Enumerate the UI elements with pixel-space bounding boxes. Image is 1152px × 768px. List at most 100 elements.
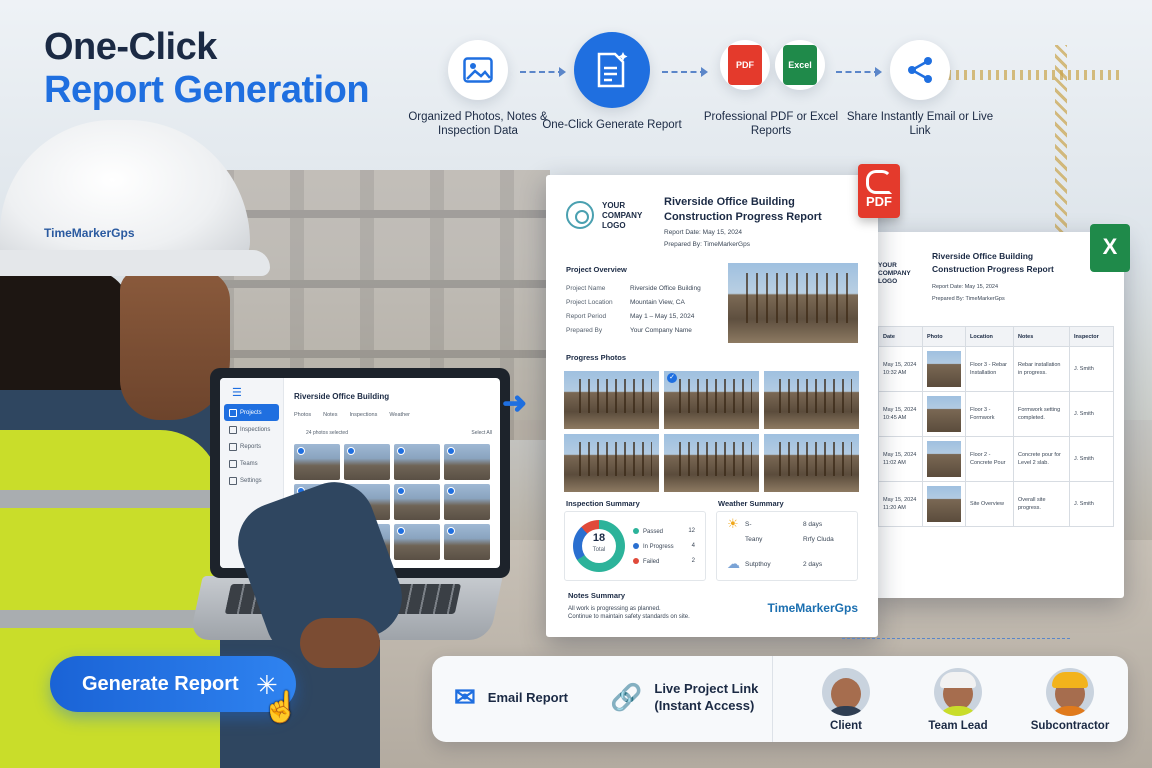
row-notes: Rebar installation in progress. [1013, 346, 1070, 392]
tab-photos[interactable]: Photos [294, 412, 311, 418]
pdf-report: YOUR COMPANY LOGO Riverside Office Build… [546, 175, 878, 637]
notes-summary-heading: Notes Summary [568, 591, 626, 600]
tab-inspections[interactable]: Inspections [350, 412, 378, 418]
legend-in-progress: In Progress 4 [633, 543, 695, 550]
share-branch-line [842, 638, 1070, 639]
inspection-summary-heading: Inspection Summary [566, 499, 640, 508]
table-row: May 15, 2024 11:02 AM Floor 2 - Concrete… [878, 436, 1114, 482]
photo-thumb[interactable] [344, 444, 390, 480]
weather-days: 2 days [803, 560, 823, 568]
client-avatar[interactable] [822, 668, 870, 716]
excel-report-date: Report Date: May 15, 2024 [932, 284, 999, 290]
weather-row: Teany Rrfy Cluda [727, 536, 847, 543]
email-report-button[interactable]: ✉ Email Report [454, 682, 568, 713]
photo-count: 24 photos selected [306, 430, 348, 436]
col-photo: Photo [922, 326, 966, 347]
envelope-icon: ✉ [454, 682, 476, 712]
col-inspector: Inspector [1069, 326, 1114, 347]
row-inspector: J. Smith [1069, 436, 1114, 482]
sidebar-item-reports[interactable]: Reports [224, 438, 279, 455]
progress-photo [664, 371, 759, 429]
photo-thumb[interactable] [444, 524, 490, 560]
excel-title-line2: Construction Progress Report [932, 264, 1054, 274]
excel-prepared-by: Prepared By: TimeMarkerGps [932, 296, 1005, 302]
row-date: May 15, 2024 11:02 AM [878, 436, 923, 482]
live-link-button[interactable]: 🔗 Live Project Link (Instant Access) [610, 680, 760, 714]
row-photo [922, 481, 966, 527]
excel-step-icon: Excel [775, 40, 825, 90]
flow-arrow-3 [836, 67, 882, 77]
row-photo [922, 391, 966, 437]
live-link-label: Live Project Link (Instant Access) [654, 681, 759, 713]
row-inspector: J. Smith [1069, 346, 1114, 392]
overview-value: Riverside Office Building [630, 285, 701, 292]
weather-days: Rrfy Cluda [803, 536, 834, 543]
legend-count: 4 [691, 543, 695, 549]
app-menu-icon[interactable]: ☰ [220, 378, 283, 404]
overview-key: Project Location [566, 299, 613, 306]
progress-photos-heading: Progress Photos [566, 353, 627, 362]
overview-row: Project Location Mountain View, CA [566, 299, 736, 306]
weather-row: ☀ S- 8 days [727, 516, 847, 532]
sun-icon: ☀ [727, 516, 739, 531]
tab-notes[interactable]: Notes [323, 412, 337, 418]
tab-weather[interactable]: Weather [389, 412, 410, 418]
headline: One-Click Report Generation [44, 26, 370, 112]
photo-thumb[interactable] [394, 444, 440, 480]
headline-line1: One-Click [44, 26, 217, 68]
legend-count: 12 [688, 528, 695, 534]
sidebar-item-inspections[interactable]: Inspections [224, 421, 279, 438]
overview-photo [728, 263, 858, 343]
photo-thumb[interactable] [394, 524, 440, 560]
sidebar-item-projects[interactable]: Projects [224, 404, 279, 421]
table-row: May 15, 2024 11:20 AM Site Overview Over… [878, 481, 1114, 527]
weather-label: Teany [745, 536, 763, 543]
row-location: Floor 3 - Formwork [965, 391, 1014, 437]
overview-heading: Project Overview [566, 265, 627, 274]
share-divider [772, 656, 773, 742]
sidebar-item-teams[interactable]: Teams [224, 455, 279, 472]
generate-report-label: Generate Report [82, 672, 239, 695]
step-one-click: One-Click Generate Report [542, 119, 682, 131]
pdf-badge: PDF [728, 45, 762, 85]
row-location: Floor 3 - Rebar Installation [965, 346, 1014, 392]
col-notes: Notes [1013, 326, 1070, 347]
step-professional-reports: Professional PDF or Excel Reports [703, 111, 839, 137]
generate-report-step-icon [574, 32, 650, 108]
subcontractor-label: Subcontractor [1030, 720, 1110, 732]
legend-passed: Passed 12 [633, 528, 695, 535]
inspection-total: 18 [592, 532, 606, 544]
photo-thumb[interactable] [394, 484, 440, 520]
overview-value: May 1 – May 15, 2024 [630, 313, 695, 320]
row-notes: Formwork setting completed. [1013, 391, 1070, 437]
notes-line: Continue to maintain safety standards on… [568, 614, 690, 620]
overview-value: Mountain View, CA [630, 299, 685, 306]
photo-thumb[interactable] [444, 484, 490, 520]
inspection-summary-box: 18 Total Passed 12 In Progress 4 Failed 2 [564, 511, 706, 581]
photo-thumb[interactable] [444, 444, 490, 480]
weather-label: Sutpthoy [745, 560, 771, 568]
row-location: Site Overview [965, 481, 1014, 527]
weather-days: 8 days [803, 520, 823, 528]
progress-photo [764, 371, 859, 429]
legend-count: 2 [691, 558, 695, 564]
excel-report: YOUR COMPANY LOGO Riverside Office Build… [872, 232, 1124, 598]
subcontractor-avatar[interactable] [1046, 668, 1094, 716]
weather-row: ☁ Sutpthoy 2 days [727, 556, 847, 572]
hard-hat-brim [0, 250, 270, 276]
photo-thumb[interactable] [294, 444, 340, 480]
team-lead-avatar[interactable] [934, 668, 982, 716]
report-prepared-by: Prepared By: TimeMarkerGps [664, 241, 750, 248]
excel-report-title: Riverside Office Building Construction P… [932, 250, 1054, 276]
table-row: May 15, 2024 10:32 AM Floor 3 - Rebar In… [878, 346, 1114, 392]
laptop-tabs: Photos Notes Inspections Weather [294, 412, 410, 418]
excel-title-line1: Riverside Office Building [932, 251, 1034, 261]
legend-label: In Progress [643, 544, 674, 550]
row-notes: Concrete pour for Level 2 slab. [1013, 436, 1070, 482]
hard-hat [0, 120, 250, 270]
inspection-total-label: Total [592, 547, 606, 553]
share-step-icon [890, 40, 950, 100]
cloud-icon: ☁ [727, 556, 740, 571]
select-all-button[interactable]: Select All [471, 430, 492, 436]
sidebar-item-settings[interactable]: Settings [224, 472, 279, 489]
